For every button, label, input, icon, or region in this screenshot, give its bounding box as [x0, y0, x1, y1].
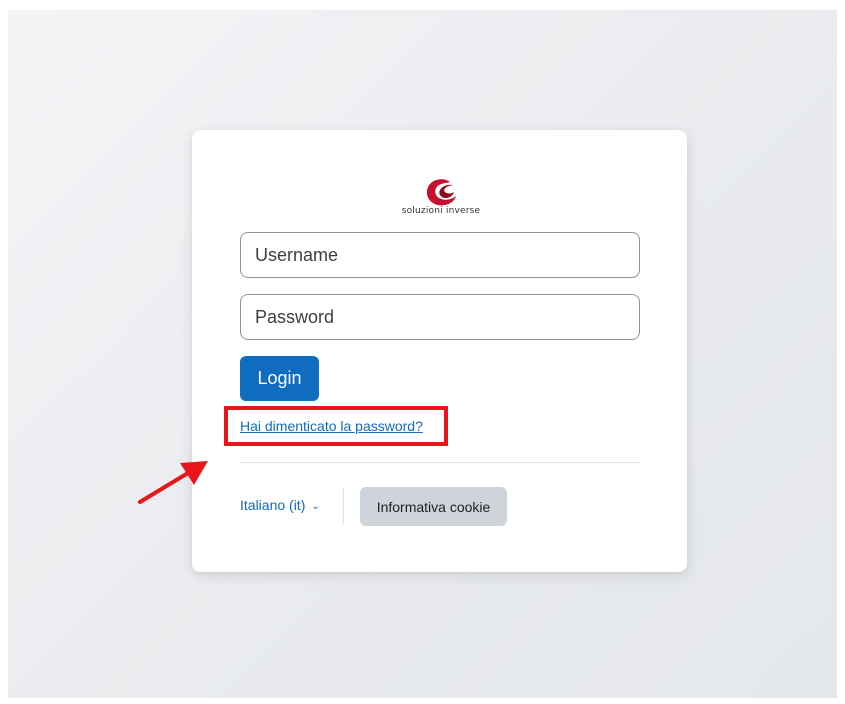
login-card: soluzioni inverse Login Hai dimenticato …	[192, 130, 687, 572]
login-button[interactable]: Login	[240, 356, 319, 401]
brand-logo: soluzioni inverse	[392, 178, 490, 220]
cookie-policy-button[interactable]: Informativa cookie	[360, 487, 507, 526]
highlight-box	[224, 406, 448, 446]
language-label: Italiano (it)	[240, 497, 306, 513]
page-background: soluzioni inverse Login Hai dimenticato …	[8, 10, 837, 698]
chevron-down-icon: ⌄	[311, 501, 320, 512]
logo-text: soluzioni inverse	[401, 206, 481, 216]
red-arrow-icon	[138, 461, 208, 504]
password-input[interactable]	[240, 294, 640, 340]
language-selector[interactable]: Italiano (it) ⌄	[240, 497, 320, 513]
divider	[240, 462, 640, 463]
username-input[interactable]	[240, 232, 640, 278]
vertical-separator	[343, 488, 344, 524]
logo-swirl-icon	[426, 179, 456, 206]
